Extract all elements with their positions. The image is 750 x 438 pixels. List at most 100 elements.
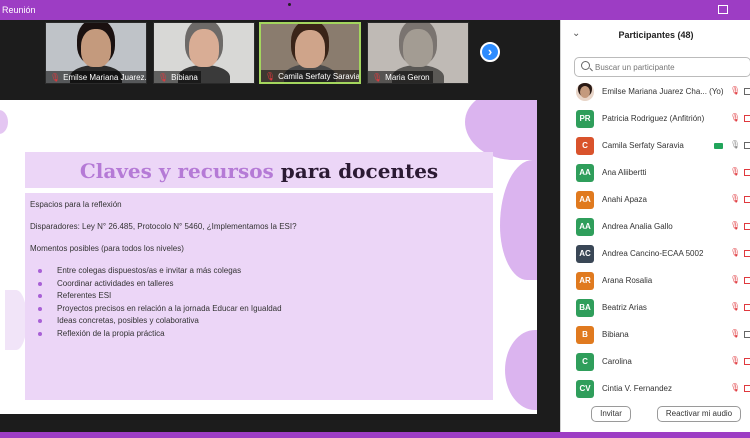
- meeting-area: 🎙︎ Emilse Mariana Juarez... 🎙︎ Bibiana 🎙︎ Cam…: [0, 20, 560, 432]
- participant-name: Patricia Rodriguez (Anfitrión): [602, 114, 705, 123]
- thumbnail-name: Camila Serfaty Saravia: [278, 72, 360, 81]
- camera-icon: [744, 88, 750, 95]
- slide-bullet: Referentes ESI: [38, 291, 490, 301]
- decor-shape: [0, 110, 8, 134]
- avatar: [576, 83, 594, 101]
- participant-name: Arana Rosalia: [602, 276, 653, 285]
- slide-line: Momentos posibles (para todos los nivele…: [30, 244, 184, 253]
- participant-name: Anahi Apaza: [602, 195, 647, 204]
- mic-muted-icon: 🎙︎: [730, 356, 741, 365]
- participants-footer: Invitar Reactivar mi audio: [561, 402, 750, 432]
- participant-row[interactable]: Emilse Mariana Juarez Cha... (Yo) 🎙︎: [561, 80, 750, 107]
- mic-muted-icon: 🎙︎: [730, 167, 741, 176]
- video-thumbnail[interactable]: 🎙︎ Emilse Mariana Juarez...: [45, 22, 147, 84]
- slide-bullet: Coordinar actividades en talleres: [38, 279, 490, 289]
- mic-icon: 🎙︎: [730, 140, 741, 149]
- thumbnail-name: Bibiana: [171, 73, 198, 82]
- participant-row[interactable]: AC Andrea Cancino-ECAA 5002 🎙︎: [561, 242, 750, 269]
- video-thumbnail[interactable]: 🎙︎ Camila Serfaty Saravia: [259, 22, 361, 84]
- mic-muted-icon: 🎙︎: [730, 248, 741, 257]
- shared-slide: Claves y recursos para docentes Espacios…: [0, 100, 537, 414]
- next-page-button[interactable]: ›: [480, 42, 500, 62]
- participant-name: Bibiana: [602, 330, 629, 339]
- camera-off-icon: [744, 115, 750, 122]
- camera-off-icon: [744, 223, 750, 230]
- thumbnail-name-label: 🎙︎ Bibiana: [154, 71, 201, 83]
- thumbnail-name-label: 🎙︎ Emilse Mariana Juarez...: [46, 71, 147, 83]
- participant-row[interactable]: BA Beatriz Arias 🎙︎: [561, 296, 750, 323]
- participant-name: Beatriz Arias: [602, 303, 647, 312]
- avatar: AA: [576, 164, 594, 182]
- mic-muted-icon: 🎙︎: [730, 194, 741, 203]
- mic-muted-icon: 🎙︎: [730, 221, 741, 230]
- slide-line: Espacios para la reflexión: [30, 200, 122, 209]
- decor-shape: [465, 100, 537, 160]
- window-title: Reunión: [2, 5, 36, 15]
- participant-row[interactable]: AA Ana Aliibertti 🎙︎: [561, 161, 750, 188]
- slide-bullet: Entre colegas dispuestos/as e invitar a …: [38, 266, 490, 276]
- participant-row[interactable]: AA Anahi Apaza 🎙︎: [561, 188, 750, 215]
- slide-title: Claves y recursos para docentes: [25, 159, 493, 183]
- participant-name: Cintia V. Fernandez: [602, 384, 672, 393]
- mic-muted-icon: 🎙︎: [730, 329, 741, 338]
- participants-heading: Participantes (48): [618, 30, 694, 40]
- participant-row[interactable]: C Carolina 🎙︎: [561, 350, 750, 377]
- participant-name: Emilse Mariana Juarez Cha... (Yo): [602, 87, 724, 96]
- participant-row[interactable]: PR Patricia Rodriguez (Anfitrión) 🎙︎: [561, 107, 750, 134]
- slide-bullet: Ideas concretas, posibles y colaborativa: [38, 316, 490, 326]
- video-thumbnail[interactable]: 🎙︎ Bibiana: [153, 22, 255, 84]
- participant-name: Andrea Analia Gallo: [602, 222, 673, 231]
- mic-muted-icon: 🎙︎: [730, 302, 741, 311]
- avatar: C: [576, 137, 594, 155]
- mic-muted-icon: 🎙︎: [730, 113, 741, 122]
- participant-face: [189, 29, 219, 67]
- camera-off-icon: [744, 250, 750, 257]
- slide-content: Espacios para la reflexión Disparadores:…: [30, 200, 490, 341]
- participant-name: Camila Serfaty Saravia: [602, 141, 684, 150]
- participant-row[interactable]: CV Cintia V. Fernandez 🎙︎: [561, 377, 750, 404]
- thumbnail-name: Emilse Mariana Juarez...: [63, 73, 147, 82]
- participant-row[interactable]: B Bibiana 🎙︎: [561, 323, 750, 350]
- slide-line: Disparadores: Ley N° 26.485, Protocolo N…: [30, 222, 297, 231]
- slide-title-rest: para docentes: [273, 159, 439, 183]
- mic-muted-icon: 🎙︎: [730, 86, 741, 95]
- participant-row[interactable]: AA Andrea Analia Gallo 🎙︎: [561, 215, 750, 242]
- window-titlebar: Reunión: [0, 0, 750, 20]
- avatar: AA: [576, 191, 594, 209]
- invite-button[interactable]: Invitar: [591, 406, 631, 422]
- camera-icon: [744, 331, 750, 338]
- unmute-button[interactable]: Reactivar mi audio: [657, 406, 741, 422]
- participant-name: Carolina: [602, 357, 632, 366]
- participant-search-input[interactable]: [595, 60, 745, 74]
- participant-list: Emilse Mariana Juarez Cha... (Yo) 🎙︎ PR Pat…: [561, 80, 750, 404]
- slide-bullet: Proyectos precisos en relación a la jorn…: [38, 304, 490, 314]
- camera-off-icon: [744, 277, 750, 284]
- thumbnail-name: Maria Geron: [385, 73, 430, 82]
- camera-off-icon: [744, 304, 750, 311]
- mic-muted-icon: 🎙︎: [265, 72, 276, 81]
- mic-muted-icon: 🎙︎: [50, 73, 61, 82]
- video-on-icon: [714, 143, 723, 149]
- mic-muted-icon: 🎙︎: [730, 383, 741, 392]
- thumbnail-name-label: 🎙︎ Maria Geron: [368, 71, 433, 83]
- participants-panel: ⌄ Participantes (48) Emilse Mariana Juar…: [560, 20, 750, 432]
- slide-title-accent: Claves y recursos: [79, 159, 274, 183]
- camera-indicator-icon: [288, 3, 291, 6]
- thumbnail-name-label: 🎙︎ Camila Serfaty Saravia: [261, 70, 360, 82]
- camera-off-icon: [744, 385, 750, 392]
- video-thumbnail[interactable]: 🎙︎ Maria Geron: [367, 22, 469, 84]
- participant-face: [295, 30, 325, 68]
- avatar: BA: [576, 299, 594, 317]
- maximize-icon[interactable]: [718, 5, 728, 14]
- participant-face: [403, 29, 433, 67]
- participant-search[interactable]: [574, 57, 750, 77]
- decor-shape: [500, 160, 537, 280]
- avatar: AR: [576, 272, 594, 290]
- participants-header: ⌄ Participantes (48): [561, 20, 750, 50]
- avatar: B: [576, 326, 594, 344]
- avatar: AC: [576, 245, 594, 263]
- participant-row[interactable]: C Camila Serfaty Saravia 🎙︎: [561, 134, 750, 161]
- mic-muted-icon: 🎙︎: [730, 275, 741, 284]
- participant-row[interactable]: AR Arana Rosalia 🎙︎: [561, 269, 750, 296]
- camera-off-icon: [744, 169, 750, 176]
